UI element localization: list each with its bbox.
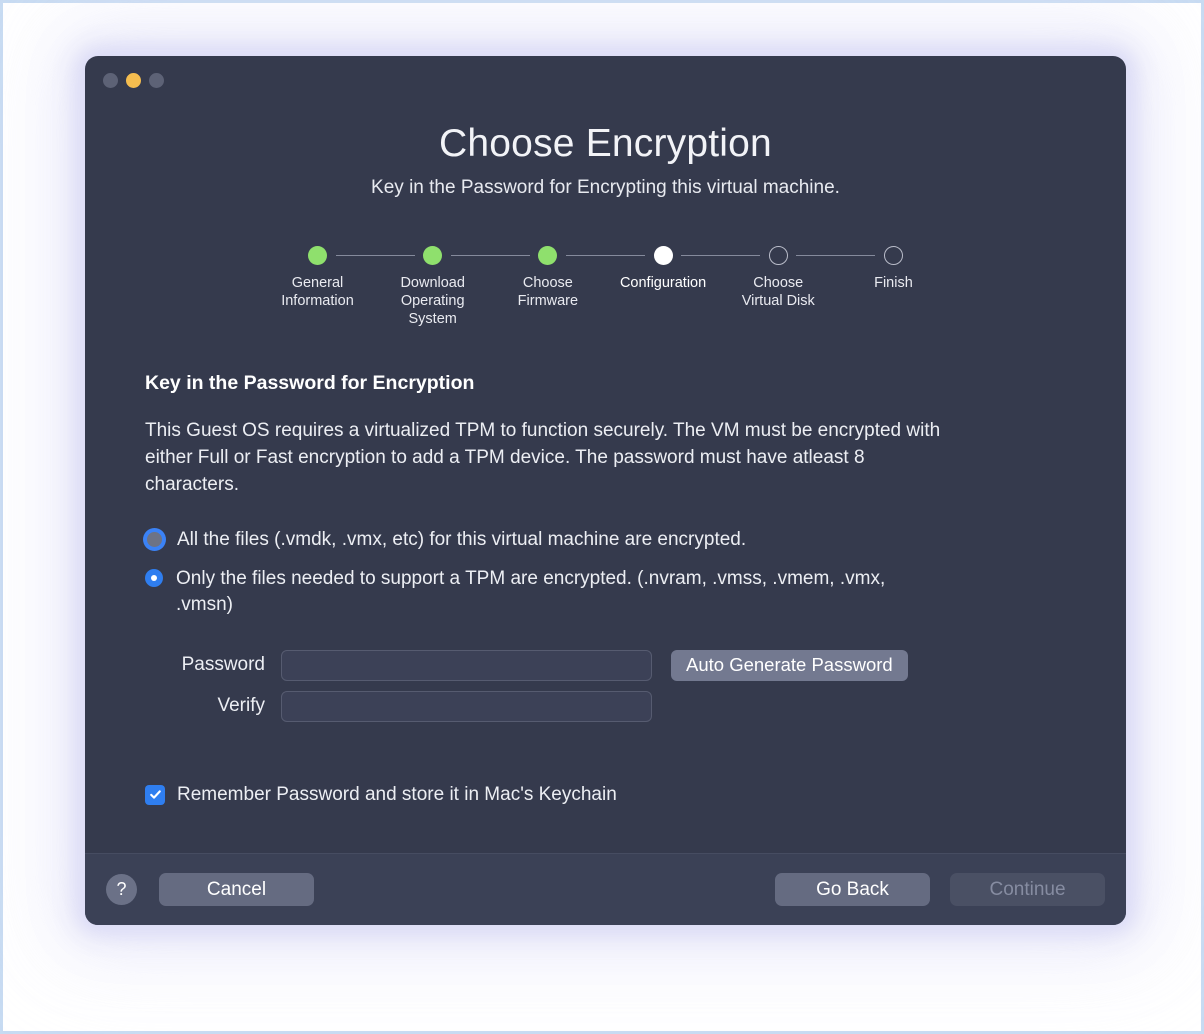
page-title: Choose Encryption [439,122,772,165]
remember-password-checkbox[interactable] [145,784,165,805]
stepper-step-6: Finish [841,245,945,292]
wizard-stepper: General Information Download Operating Sy… [266,245,946,328]
password-form: Password Auto Generate Password Verify [145,649,1066,722]
step-dot-todo-icon [768,245,788,265]
remember-password-row[interactable]: Remember Password and store it in Mac's … [145,784,1066,806]
verify-input[interactable] [281,690,652,722]
checkmark-icon [149,790,161,800]
radio-button-selected-icon[interactable] [145,568,163,587]
cancel-button[interactable]: Cancel [159,873,314,906]
step-label: General Information [281,274,354,309]
dialog-content: Key in the Password for Encryption This … [85,372,1126,853]
title-bar [85,56,1126,104]
minimize-button-icon[interactable] [126,72,141,88]
help-icon-button[interactable]: ? [106,874,137,905]
password-input[interactable] [281,649,652,681]
dialog-footer: ? Cancel Go Back Continue [85,853,1126,925]
step-label: Finish [874,274,913,291]
auto-generate-password-button[interactable]: Auto Generate Password [671,649,908,681]
section-description: This Guest OS requires a virtualized TPM… [145,419,941,495]
encryption-options-group: All the files (.vmdk, .vmx, etc) for thi… [143,527,1066,618]
step-label: Choose Firmware [517,274,579,309]
stepper-step-2: Download Operating System [381,245,485,328]
encryption-option-label: All the files (.vmdk, .vmx, etc) for thi… [177,528,747,550]
verify-field-row: Verify [145,690,1066,722]
encryption-option-1[interactable]: All the files (.vmdk, .vmx, etc) for thi… [143,527,1066,553]
dialog-window: Choose Encryption Key in the Password fo… [85,56,1126,925]
step-dot-done-icon [423,245,443,265]
section-title: Key in the Password for Encryption [145,371,475,394]
step-dot-current-icon [653,245,673,265]
radio-button-unselected-icon[interactable] [143,527,166,551]
step-dot-todo-icon [883,245,903,265]
step-dot-done-icon [538,245,558,265]
remember-password-label: Remember Password and store it in Mac's … [177,783,617,805]
step-label: Configuration [619,274,707,291]
step-label: Download Operating System [400,274,465,327]
stepper-step-4: Configuration [611,245,715,292]
zoom-button-icon[interactable] [149,72,164,88]
password-field-row: Password Auto Generate Password [145,649,1066,681]
password-label: Password [181,654,265,676]
dialog-header: Choose Encryption Key in the Password fo… [85,104,1126,199]
page-subtitle: Key in the Password for Encrypting this … [371,176,840,198]
page-canvas: Choose Encryption Key in the Password fo… [3,3,1201,1031]
step-dot-done-icon [308,245,327,265]
encryption-option-2[interactable]: Only the files needed to support a TPM a… [145,566,1066,618]
verify-label: Verify [217,695,265,717]
encryption-option-label: Only the files needed to support a TPM a… [176,567,886,615]
continue-button: Continue [950,873,1105,906]
go-back-button[interactable]: Go Back [775,873,930,906]
close-button-icon[interactable] [103,72,118,88]
step-label: Choose Virtual Disk [741,274,815,309]
